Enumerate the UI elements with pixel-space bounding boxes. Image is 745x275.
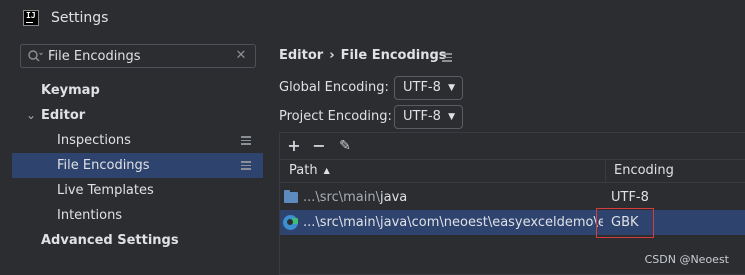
breadcrumb-parent[interactable]: Editor xyxy=(279,48,323,63)
search-input[interactable] xyxy=(48,47,228,65)
title-bar: IJ Settings xyxy=(0,0,745,36)
package-icon xyxy=(283,215,298,230)
sort-ascending-icon: ▲ xyxy=(323,166,330,175)
table-row[interactable]: ...\src\main\java UTF-8 xyxy=(280,185,745,210)
sidebar-item-label: Advanced Settings xyxy=(41,233,179,248)
sidebar-item-label: Intentions xyxy=(57,208,123,223)
path-cell: ...\src\main\java\com\neoest\easyexcelde… xyxy=(303,210,603,235)
path-cell: ...\src\main\java xyxy=(303,185,603,210)
breadcrumb-separator: › xyxy=(329,48,335,63)
sidebar-item-label: Editor xyxy=(41,108,86,123)
watermark: CSDN @Neoest xyxy=(644,253,729,266)
sidebar-item-advanced-settings[interactable]: Advanced Settings xyxy=(0,228,263,253)
settings-search-box[interactable]: ✕ xyxy=(20,44,256,68)
package-badge-icon xyxy=(292,218,298,224)
project-settings-icon xyxy=(442,53,452,62)
dropdown-arrow-icon: ▼ xyxy=(448,83,455,93)
global-encoding-label: Global Encoding: xyxy=(279,80,389,95)
highlight-annotation-box xyxy=(596,208,654,238)
project-encoding-value: UTF-8 xyxy=(403,109,441,124)
sidebar-item-editor[interactable]: ⌄ Editor xyxy=(0,103,263,128)
edit-icon[interactable]: ✎ xyxy=(335,136,355,156)
project-settings-icon xyxy=(241,161,251,170)
encoding-cell[interactable]: UTF-8 xyxy=(611,185,649,210)
column-divider[interactable] xyxy=(605,160,606,182)
sidebar-item-live-templates[interactable]: Live Templates xyxy=(0,178,263,203)
settings-sidebar: ✕ Keymap ⌄ Editor Inspections File Encod… xyxy=(0,36,263,275)
table-row[interactable]: ...\src\main\java\com\neoest\easyexcelde… xyxy=(280,210,745,235)
sidebar-item-label: Live Templates xyxy=(57,183,154,198)
sidebar-item-label: File Encodings xyxy=(57,158,150,173)
settings-content: Editor › File Encodings Global Encoding: U… xyxy=(263,36,745,275)
path-prefix: ...\src\main\ xyxy=(303,190,380,205)
path-name: java xyxy=(380,190,408,205)
sidebar-item-file-encodings[interactable]: File Encodings xyxy=(12,153,263,178)
column-header-encoding[interactable]: Encoding xyxy=(614,160,674,182)
global-encoding-value: UTF-8 xyxy=(403,80,441,95)
breadcrumb: Editor › File Encodings xyxy=(279,48,447,63)
table-header: Path ▲ Encoding xyxy=(280,159,745,183)
breadcrumb-current: File Encodings xyxy=(340,48,447,63)
project-encoding-select[interactable]: UTF-8 ▼ xyxy=(394,105,463,129)
table-toolbar: + − ✎ xyxy=(280,133,745,159)
search-icon xyxy=(28,50,43,62)
sidebar-item-label: Keymap xyxy=(41,83,100,98)
clear-search-icon[interactable]: ✕ xyxy=(235,49,247,63)
column-header-label: Path xyxy=(289,163,318,178)
project-encoding-label: Project Encoding: xyxy=(279,109,392,124)
folder-icon xyxy=(284,190,298,203)
column-header-path[interactable]: Path ▲ xyxy=(289,160,330,182)
sidebar-item-intentions[interactable]: Intentions xyxy=(0,203,263,228)
sidebar-item-label: Inspections xyxy=(57,133,131,148)
remove-icon[interactable]: − xyxy=(309,136,329,156)
path-name: ...\src\main\java\com\neoest\easyexcelde… xyxy=(303,215,603,230)
project-settings-icon xyxy=(241,136,251,145)
sidebar-item-keymap[interactable]: Keymap xyxy=(0,78,263,103)
global-encoding-select[interactable]: UTF-8 ▼ xyxy=(394,76,463,100)
chevron-down-icon[interactable]: ⌄ xyxy=(26,103,36,128)
window-title: Settings xyxy=(51,10,109,26)
sidebar-item-inspections[interactable]: Inspections xyxy=(0,128,263,153)
intellij-logo-icon: IJ xyxy=(23,10,39,26)
add-icon[interactable]: + xyxy=(284,136,304,156)
settings-tree: Keymap ⌄ Editor Inspections File Encodin… xyxy=(0,78,263,253)
dropdown-arrow-icon: ▼ xyxy=(448,112,455,122)
